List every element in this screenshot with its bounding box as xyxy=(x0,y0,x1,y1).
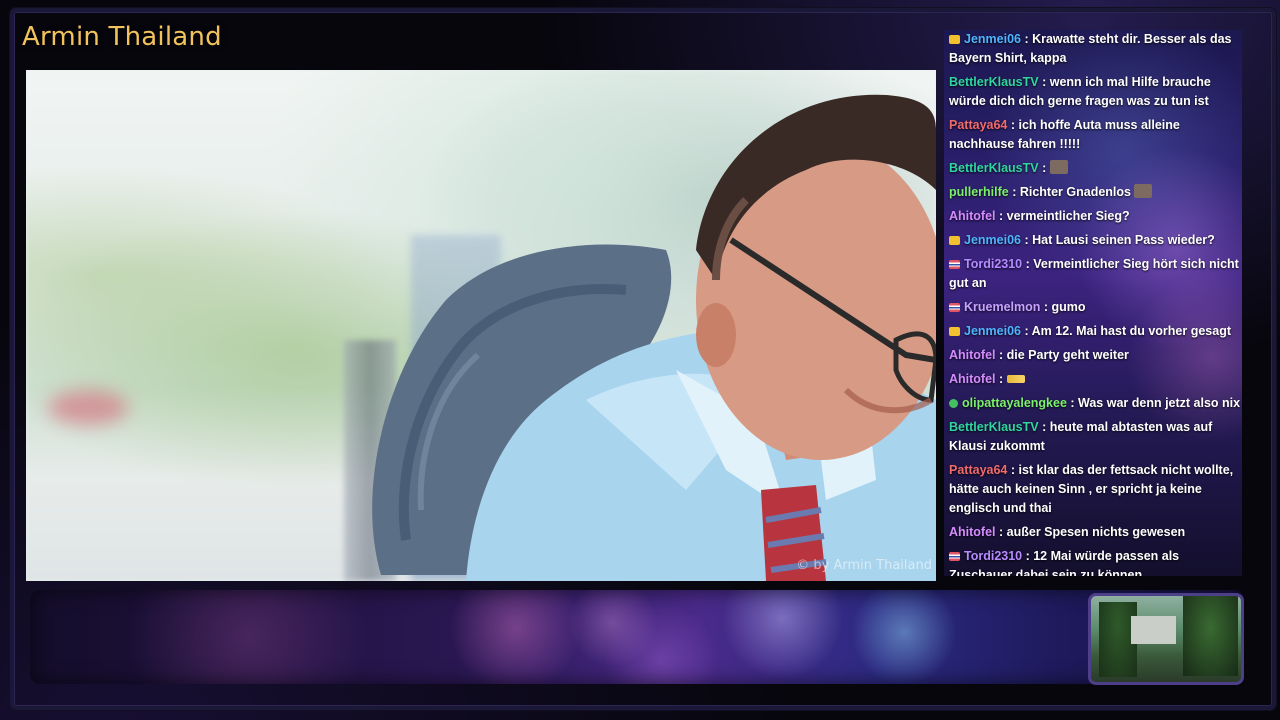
chat-message: Tordi2310 : 12 Mai würde passen als Zusc… xyxy=(944,547,1242,576)
chat-separator: : xyxy=(1022,257,1034,271)
chat-separator: : xyxy=(1022,549,1034,563)
chat-message: BettlerKlausTV : xyxy=(944,159,1242,178)
chat-separator: : xyxy=(1038,75,1050,89)
flag-badge-icon xyxy=(949,303,960,312)
chat-username[interactable]: Pattaya64 xyxy=(949,118,1007,132)
webcam-house xyxy=(1131,616,1176,644)
chat-separator: : xyxy=(1066,396,1079,410)
chat-username[interactable]: BettlerKlausTV xyxy=(949,75,1039,89)
chat-separator: : xyxy=(1040,300,1052,314)
chat-text: die Party geht weiter xyxy=(1006,348,1129,362)
crown-badge-icon xyxy=(949,236,960,245)
chat-text: Was war denn jetzt also nix xyxy=(1078,396,1241,410)
chat-username[interactable]: Ahitofel xyxy=(949,209,996,223)
chat-username[interactable]: Jenmei06 xyxy=(964,32,1021,46)
chat-username[interactable]: Kruemelmon xyxy=(964,300,1040,314)
chat-message: Pattaya64 : ich hoffe Auta muss alleine … xyxy=(944,116,1242,154)
flag-badge-icon xyxy=(949,552,960,561)
chat-separator: : xyxy=(995,348,1007,362)
chat-message: BettlerKlausTV : heute mal abtasten was … xyxy=(944,418,1242,456)
webcam-tree xyxy=(1183,596,1238,676)
chat-username[interactable]: Ahitofel xyxy=(949,525,996,539)
chat-message: Ahitofel : die Party geht weiter xyxy=(944,346,1242,365)
chat-message: Jenmei06 : Am 12. Mai hast du vorher ges… xyxy=(944,322,1242,341)
chat-username[interactable]: Ahitofel xyxy=(949,348,996,362)
chat-username[interactable]: Pattaya64 xyxy=(949,463,1007,477)
chat-message: Jenmei06 : Hat Lausi seinen Pass wieder? xyxy=(944,231,1242,250)
chat-separator: : xyxy=(1038,161,1050,175)
chat-username[interactable]: BettlerKlausTV xyxy=(949,161,1039,175)
crown-badge-icon xyxy=(949,327,960,336)
chat-text: Richter Gnadenlos xyxy=(1019,185,1131,199)
chat-emote-icon xyxy=(1134,184,1153,198)
chat-message: pullerhilfe : Richter Gnadenlos xyxy=(944,183,1242,202)
video-person xyxy=(372,94,936,581)
chat-username[interactable]: Ahitofel xyxy=(949,372,996,386)
chat-separator: : xyxy=(995,209,1007,223)
lower-banner xyxy=(30,590,1244,684)
chat-message: BettlerKlausTV : wenn ich mal Hilfe brau… xyxy=(944,73,1242,111)
chat-text: außer Spesen nichts gewesen xyxy=(1006,525,1186,539)
chat-separator: : xyxy=(1020,32,1033,46)
crown-badge-icon xyxy=(949,35,960,44)
chat-separator: : xyxy=(1007,118,1019,132)
chat-username[interactable]: Jenmei06 xyxy=(964,324,1021,338)
chat-text: Hat Lausi seinen Pass wieder? xyxy=(1032,233,1215,247)
chat-emote-icon xyxy=(1006,375,1025,383)
chat-text: vermeintlicher Sieg? xyxy=(1006,209,1130,223)
chat-emote-icon xyxy=(1049,160,1068,174)
chat-message: Pattaya64 : ist klar das der fettsack ni… xyxy=(944,461,1242,518)
chat-separator: : xyxy=(1038,420,1050,434)
chat-username[interactable]: Tordi2310 xyxy=(964,549,1022,563)
chat-username[interactable]: Tordi2310 xyxy=(964,257,1022,271)
chat-message: Ahitofel : vermeintlicher Sieg? xyxy=(944,207,1242,226)
video-player[interactable]: © by Armin Thailand xyxy=(26,70,936,581)
chat-separator: : xyxy=(995,372,1007,386)
chat-panel[interactable]: Jenmei06 : Krawatte steht dir. Besser al… xyxy=(944,30,1242,576)
chat-separator: : xyxy=(1007,463,1019,477)
webcam-preview xyxy=(1088,593,1244,685)
flag-badge-icon xyxy=(949,260,960,269)
chat-text: Am 12. Mai hast du vorher gesagt xyxy=(1031,324,1231,338)
chat-username[interactable]: pullerhilfe xyxy=(949,185,1009,199)
chat-text: gumo xyxy=(1051,300,1086,314)
chat-message: Tordi2310 : Vermeintlicher Sieg hört sic… xyxy=(944,255,1242,293)
channel-title: Armin Thailand xyxy=(22,22,222,52)
chat-message: Kruemelmon : gumo xyxy=(944,298,1242,317)
check-badge-icon xyxy=(949,399,958,408)
chat-username[interactable]: Jenmei06 xyxy=(964,233,1021,247)
chat-username[interactable]: BettlerKlausTV xyxy=(949,420,1039,434)
chat-separator: : xyxy=(1008,185,1020,199)
chat-message: Ahitofel : außer Spesen nichts gewesen xyxy=(944,523,1242,542)
chat-message: olipattayalengkee : Was war denn jetzt a… xyxy=(944,394,1242,413)
video-watermark: © by Armin Thailand xyxy=(796,558,932,573)
chat-separator: : xyxy=(1020,233,1033,247)
chat-message: Jenmei06 : Krawatte steht dir. Besser al… xyxy=(944,30,1242,68)
chat-separator: : xyxy=(995,525,1007,539)
chat-username[interactable]: olipattayalengkee xyxy=(962,396,1067,410)
chat-separator: : xyxy=(1020,324,1032,338)
chat-message: Ahitofel : xyxy=(944,370,1242,389)
